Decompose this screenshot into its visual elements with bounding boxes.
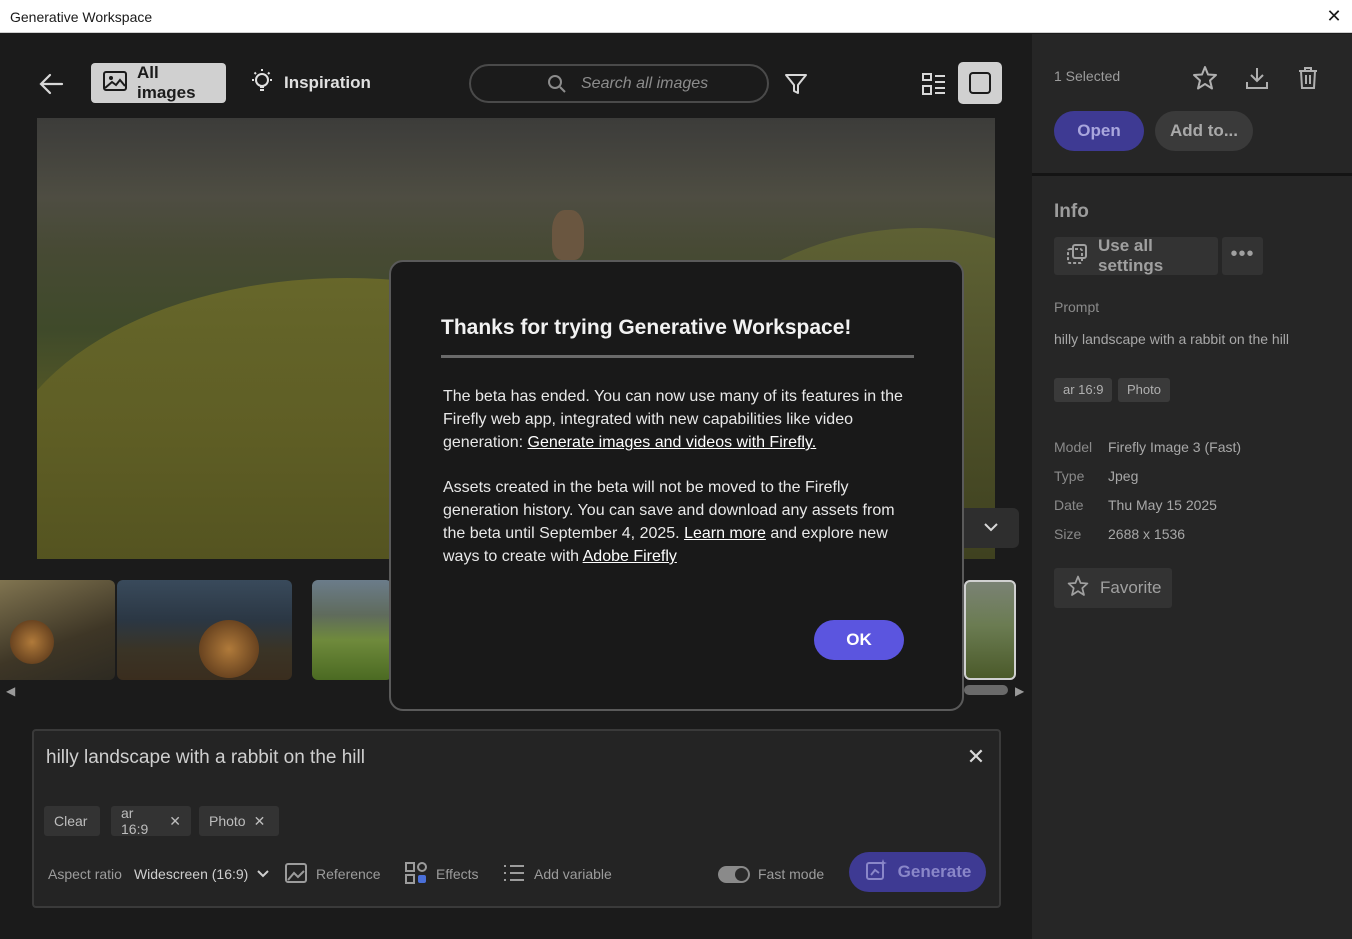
dialog-paragraph-1: The beta has ended. You can now use many… <box>443 388 903 451</box>
dialog-title: Thanks for trying Generative Workspace! <box>441 316 852 339</box>
ok-button[interactable]: OK <box>814 620 904 660</box>
prompt-input[interactable]: hilly landscape with a rabbit on the hil… <box>46 747 365 769</box>
prompt-value: hilly landscape with a rabbit on the hil… <box>1054 331 1290 347</box>
remove-chip-icon[interactable]: ✕ <box>254 813 266 830</box>
photo-chip-label: Photo <box>209 813 246 829</box>
remove-chip-icon[interactable]: ✕ <box>169 813 181 830</box>
effects-label: Effects <box>436 866 479 882</box>
tag-badge: ar 16:9 <box>1054 378 1113 402</box>
filter-icon[interactable] <box>782 70 810 98</box>
tab-all-images-label: All images <box>137 63 196 102</box>
aspect-ratio-value: Widescreen (16:9) <box>133 866 249 882</box>
dialog-paragraph-2: Assets created in the beta will not be m… <box>443 479 895 565</box>
window-titlebar: Generative Workspace ✕ <box>0 0 1352 33</box>
learn-more-link[interactable]: Learn more <box>684 525 766 542</box>
dialog-divider <box>441 355 914 358</box>
search-input[interactable]: Search all images <box>469 64 769 103</box>
download-icon[interactable] <box>1243 64 1271 92</box>
image-icon <box>103 70 127 96</box>
copy-settings-icon <box>1066 243 1088 270</box>
add-to-button[interactable]: Add to... <box>1155 111 1253 151</box>
list-view-icon[interactable] <box>920 70 948 98</box>
use-all-settings-label: Use all settings <box>1098 236 1164 275</box>
open-button[interactable]: Open <box>1054 111 1144 151</box>
thumbnail[interactable] <box>117 580 292 680</box>
rabbit-figure <box>552 210 584 260</box>
clear-chip-button[interactable]: Clear <box>44 806 100 836</box>
thumbnail-scrollbar[interactable] <box>964 685 1008 695</box>
sidebar-divider <box>1032 173 1352 176</box>
scroll-left-arrow-icon[interactable]: ◀ <box>6 684 15 698</box>
trash-icon[interactable] <box>1294 64 1322 92</box>
generate-label: Generate <box>897 862 972 881</box>
thumbnail[interactable] <box>0 580 115 680</box>
tab-inspiration-label: Inspiration <box>284 73 371 92</box>
clear-chip-label: Clear <box>54 813 88 829</box>
selected-count: 1 Selected <box>1054 68 1121 84</box>
prompt-panel: hilly landscape with a rabbit on the hil… <box>32 729 1001 908</box>
thumbnail-selected[interactable] <box>964 580 1016 680</box>
window-close-button[interactable]: ✕ <box>1322 4 1346 28</box>
info-sidebar <box>1032 34 1352 939</box>
ar-chip-label: ar 16:9 <box>121 805 149 837</box>
toggle-switch[interactable] <box>718 865 750 883</box>
fast-mode-toggle[interactable]: Fast mode <box>718 859 824 889</box>
window-title: Generative Workspace <box>10 9 153 25</box>
generate-icon <box>864 858 888 887</box>
reference-button[interactable]: Reference <box>284 859 381 889</box>
lightbulb-icon <box>250 68 274 99</box>
single-view-button[interactable] <box>958 62 1002 104</box>
aspect-ratio-label: Aspect ratio <box>48 866 122 882</box>
adobe-firefly-link[interactable]: Adobe Firefly <box>583 548 677 565</box>
meta-type: Type Jpeg <box>1054 468 1139 484</box>
thumbnail[interactable] <box>312 580 392 680</box>
firefly-link[interactable]: Generate images and videos with Firefly. <box>528 434 817 451</box>
search-icon <box>547 74 567 99</box>
star-icon <box>1066 574 1090 603</box>
use-all-settings-button[interactable]: Use all settings <box>1054 236 1218 275</box>
scroll-right-arrow-icon[interactable]: ▶ <box>1015 684 1024 698</box>
beta-ended-dialog: Thanks for trying Generative Workspace! … <box>389 260 964 711</box>
add-variable-button[interactable]: Add variable <box>502 859 612 889</box>
star-icon[interactable] <box>1191 64 1219 92</box>
effects-button[interactable]: Effects <box>404 859 479 889</box>
tab-all-images[interactable]: All images <box>91 63 226 103</box>
generate-button[interactable]: Generate <box>849 852 986 892</box>
prompt-label: Prompt <box>1054 299 1100 315</box>
back-arrow-icon[interactable] <box>36 66 68 102</box>
fast-mode-label: Fast mode <box>758 866 825 882</box>
effects-icon <box>404 861 428 888</box>
clear-prompt-icon[interactable]: ✕ <box>964 745 988 769</box>
more-options-button[interactable]: ••• <box>1222 237 1263 275</box>
ar-chip[interactable]: ar 16:9 ✕ <box>111 805 191 837</box>
search-placeholder: Search all images <box>581 74 709 92</box>
meta-date: Date Thu May 15 2025 <box>1054 497 1217 513</box>
reference-label: Reference <box>316 866 381 882</box>
reference-image-icon <box>284 862 308 887</box>
photo-chip[interactable]: Photo ✕ <box>199 806 279 836</box>
chevron-down-icon <box>256 866 270 882</box>
favorite-label: Favorite <box>1100 578 1162 597</box>
tab-inspiration[interactable]: Inspiration <box>238 63 378 103</box>
meta-model: Model Firefly Image 3 (Fast) <box>1054 439 1242 455</box>
tag-badge: Photo <box>1118 378 1170 402</box>
aspect-ratio-select[interactable]: Aspect ratio Widescreen (16:9) <box>48 859 270 889</box>
info-heading: Info <box>1054 201 1089 222</box>
list-icon <box>502 862 526 887</box>
square-view-icon <box>969 72 991 94</box>
favorite-button[interactable]: Favorite <box>1054 568 1172 608</box>
add-variable-label: Add variable <box>534 866 612 882</box>
expand-chevron-button[interactable] <box>964 508 1019 548</box>
meta-size: Size 2688 x 1536 <box>1054 526 1186 542</box>
